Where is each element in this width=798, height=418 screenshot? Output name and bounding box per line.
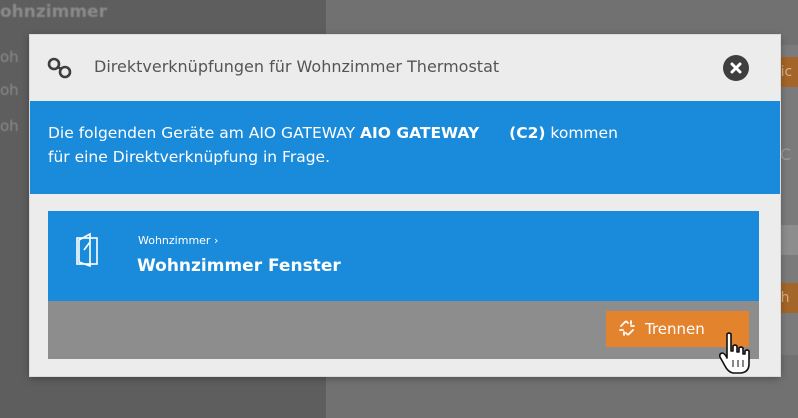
background-fragment: oh	[0, 117, 19, 135]
info-text-after: kommen	[545, 124, 618, 142]
direct-links-dialog: Direktverknüpfungen für Wohnzimmer Therm…	[30, 35, 780, 376]
info-text-before: Die folgenden Geräte am AIO GATEWAY	[48, 124, 361, 142]
gateway-name: AIO GATEWAY	[360, 124, 480, 142]
dialog-title: Direktverknüpfungen für Wohnzimmer Therm…	[94, 57, 500, 76]
link-icon	[47, 57, 72, 79]
device-card: Wohnzimmer › Wohnzimmer Fenster Trennen	[48, 211, 759, 359]
background-fragment-right: C	[780, 145, 792, 164]
info-line-2: für eine Direktverknüpfung in Frage.	[48, 148, 331, 166]
hand-cursor-icon	[718, 332, 750, 374]
background-fragment: oh	[0, 81, 19, 99]
dialog-header: Direktverknüpfungen für Wohnzimmer Therm…	[30, 35, 780, 101]
background-field	[778, 225, 798, 255]
info-line-1: Die folgenden Geräte am AIO GATEWAY AIO …	[48, 121, 780, 145]
gateway-channel: (C2)	[509, 124, 546, 142]
device-link-item[interactable]: Wohnzimmer › Wohnzimmer Fenster	[48, 211, 759, 301]
close-button[interactable]	[723, 55, 749, 81]
unlink-icon	[619, 320, 635, 336]
close-icon	[730, 62, 742, 74]
device-room-breadcrumb[interactable]: Wohnzimmer ›	[138, 234, 218, 247]
screen: ohnzimmer oh oh oh eic C eh Direktverknü…	[0, 0, 798, 418]
background-room-title: ohnzimmer	[0, 2, 107, 22]
unlink-button-label: Trennen	[645, 320, 705, 338]
window-icon	[76, 232, 98, 268]
background-fragment: oh	[0, 48, 19, 66]
device-name: Wohnzimmer Fenster	[137, 256, 341, 276]
info-message: Die folgenden Geräte am AIO GATEWAY AIO …	[30, 101, 780, 194]
